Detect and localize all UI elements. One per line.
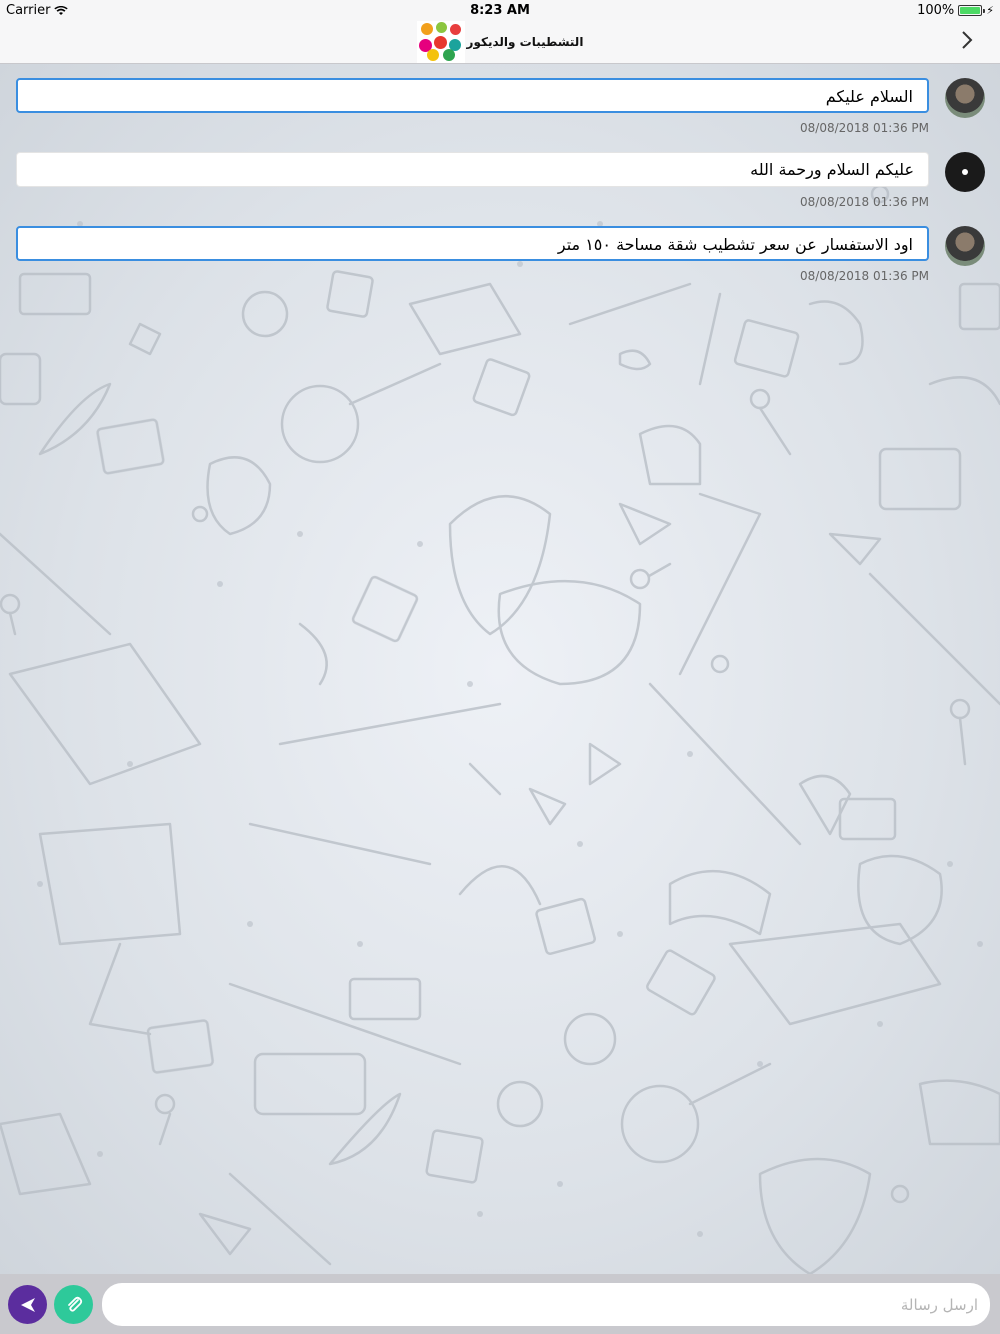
status-time: 8:23 AM xyxy=(470,3,530,18)
navigation-bar: التشطيبات والديكور xyxy=(0,20,1000,64)
send-icon xyxy=(20,1298,35,1312)
message-text: عليكم السلام ورحمة الله xyxy=(750,160,914,179)
nav-title-group: التشطيبات والديكور xyxy=(0,20,1000,64)
send-button[interactable] xyxy=(8,1285,47,1324)
message-timestamp: 08/08/2018 01:36 PM xyxy=(800,121,929,135)
message-composer xyxy=(0,1274,1000,1334)
battery-fill xyxy=(960,7,981,14)
user-avatar[interactable] xyxy=(945,78,985,118)
message-input[interactable] xyxy=(102,1283,990,1326)
status-bar: Carrier 8:23 AM 100% ⚡ xyxy=(0,0,1000,20)
charging-bolt-icon: ⚡ xyxy=(986,4,994,17)
message-timestamp: 08/08/2018 01:36 PM xyxy=(800,269,929,283)
battery-percent: 100% xyxy=(917,3,955,18)
message-bubble[interactable]: اود الاستفسار عن سعر تشطيب شقة مساحة ١٥٠… xyxy=(16,226,929,261)
battery-icon xyxy=(958,5,986,16)
battery-group: 100% ⚡ xyxy=(917,3,994,18)
message-text: السلام عليكم xyxy=(825,87,913,106)
app-logo xyxy=(416,21,465,63)
attach-button[interactable] xyxy=(54,1285,93,1324)
chat-area[interactable]: السلام عليكم 08/08/2018 01:36 PM عليكم ا… xyxy=(0,64,1000,1274)
user-avatar[interactable] xyxy=(945,226,985,266)
message-timestamp: 08/08/2018 01:36 PM xyxy=(800,195,929,209)
message-text: اود الاستفسار عن سعر تشطيب شقة مساحة ١٥٠… xyxy=(557,235,913,254)
user-avatar[interactable] xyxy=(945,152,985,192)
paperclip-icon xyxy=(67,1296,82,1312)
message-bubble[interactable]: عليكم السلام ورحمة الله xyxy=(16,152,929,187)
chevron-right-icon[interactable] xyxy=(960,29,974,57)
nav-title: التشطيبات والديكور xyxy=(466,35,584,49)
message-bubble[interactable]: السلام عليكم xyxy=(16,78,929,113)
